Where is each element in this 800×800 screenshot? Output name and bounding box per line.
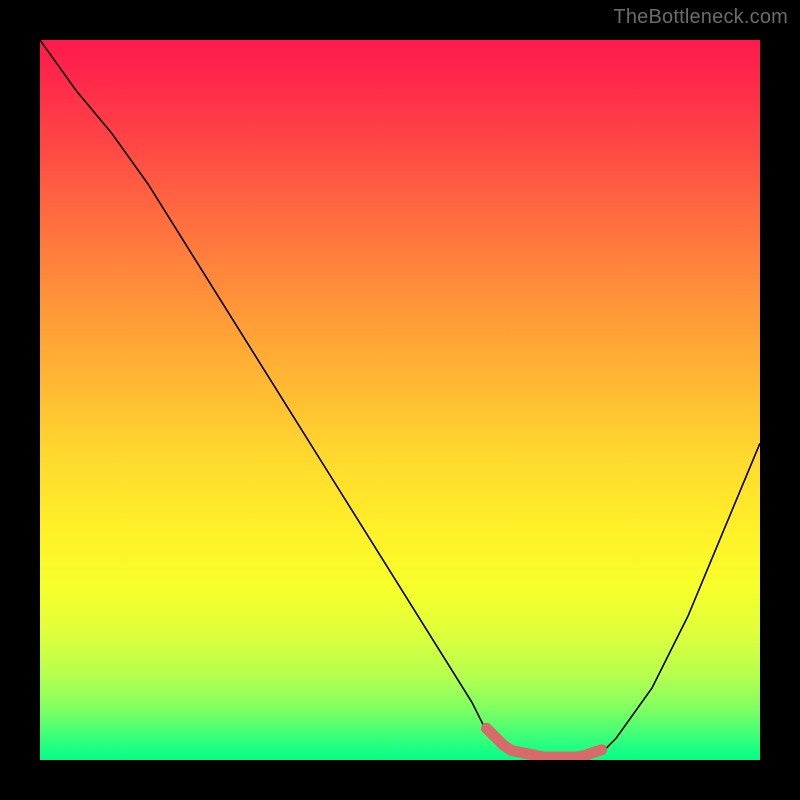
optimal-range-marker xyxy=(486,728,601,757)
bottleneck-chart xyxy=(40,40,760,760)
watermark-text: TheBottleneck.com xyxy=(613,6,788,29)
bottleneck-curve-path xyxy=(40,40,760,760)
chart-plot-area xyxy=(40,40,760,760)
